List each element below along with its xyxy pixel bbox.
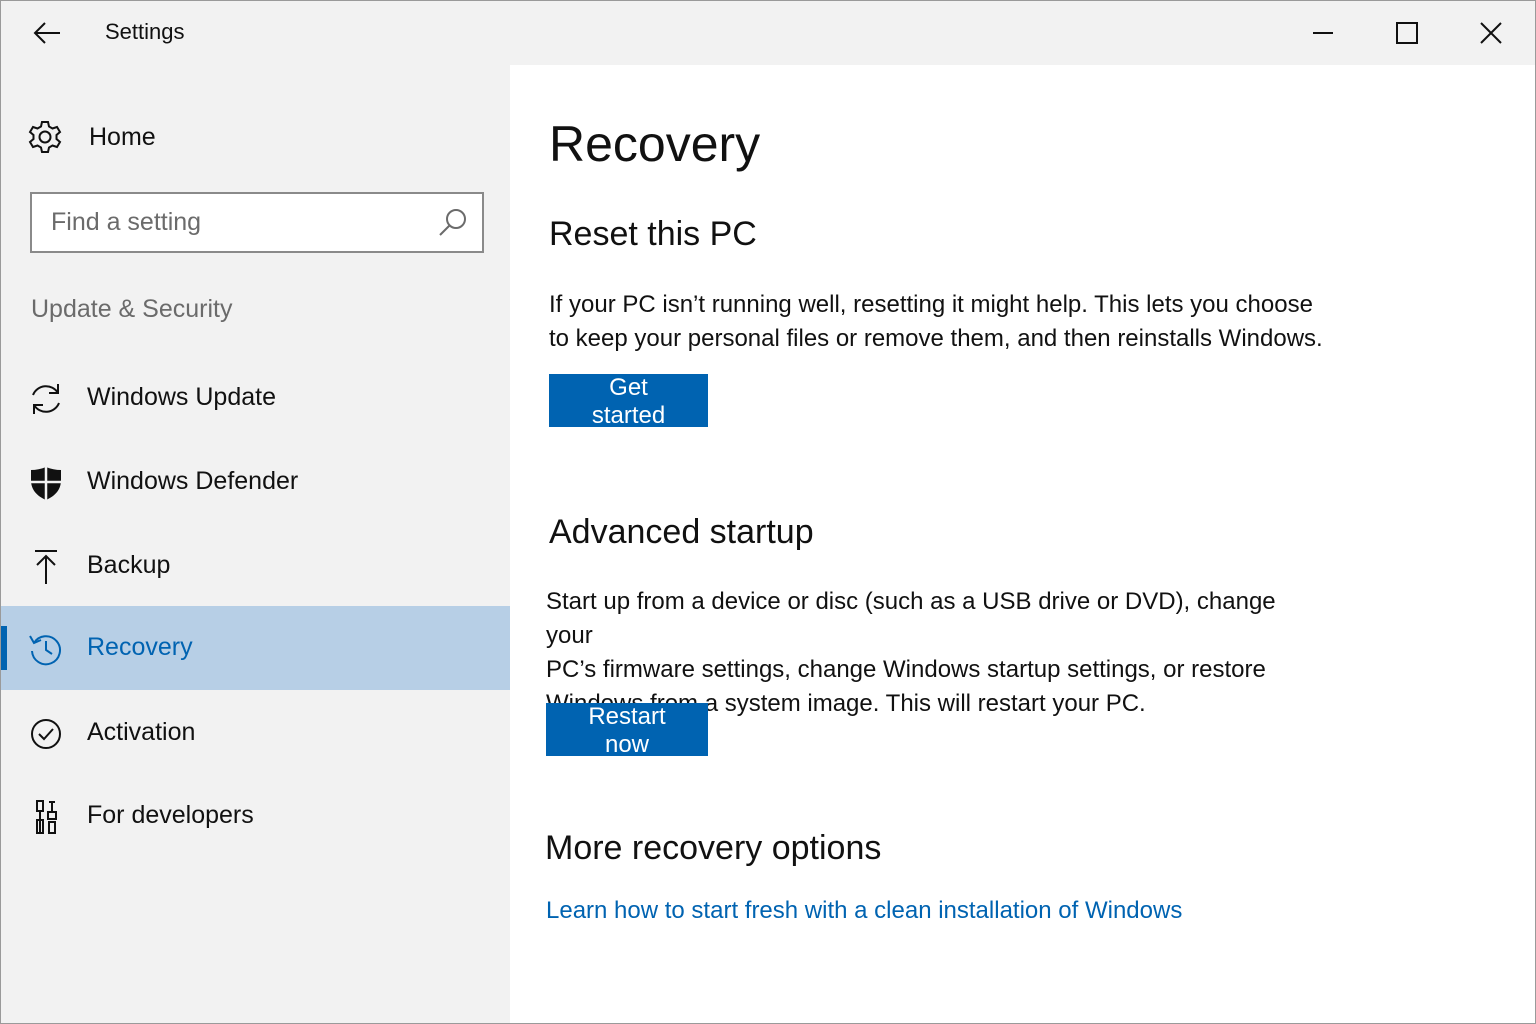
page-title: Recovery xyxy=(549,116,761,172)
search-icon[interactable] xyxy=(436,206,470,240)
sidebar-item-label: Backup xyxy=(87,551,171,579)
reset-description: If your PC isn’t running well, resetting… xyxy=(549,288,1329,356)
sidebar-item-windows-update[interactable]: Windows Update xyxy=(1,356,510,440)
sidebar-item-activation[interactable]: Activation xyxy=(1,691,510,775)
close-button[interactable] xyxy=(1459,9,1523,57)
shield-icon xyxy=(31,467,61,500)
get-started-button[interactable]: Get started xyxy=(549,374,708,429)
search-input[interactable] xyxy=(32,194,422,251)
sidebar-item-for-developers[interactable]: For developers xyxy=(1,774,510,858)
settings-window: Settings Home Find a setting Update & Se… xyxy=(0,0,1536,1024)
upload-arrow-icon xyxy=(35,550,57,584)
sidebar-item-label: Windows Update xyxy=(87,383,276,411)
back-button[interactable] xyxy=(19,13,75,53)
section-label: Update & Security xyxy=(31,295,233,323)
advanced-startup-description: Start up from a device or disc (such as … xyxy=(546,585,1326,721)
advanced-description-line: PC’s firmware settings, change Windows s… xyxy=(546,656,1266,683)
sidebar: Home Update & Security Wi xyxy=(1,65,510,1023)
sidebar-item-home[interactable]: Home xyxy=(1,105,510,169)
reset-description-line: to keep your personal files or remove th… xyxy=(549,325,1323,352)
minimize-icon xyxy=(1313,32,1333,34)
app-title: Settings xyxy=(105,19,185,44)
gear-icon xyxy=(28,121,62,153)
search-box[interactable] xyxy=(30,192,484,253)
advanced-startup-heading: Advanced startup xyxy=(549,513,814,551)
reset-description-line: If your PC isn’t running well, resetting… xyxy=(549,291,1313,318)
sidebar-item-label: For developers xyxy=(87,801,254,829)
main-content: Recovery Reset this PC If your PC isn’t … xyxy=(510,65,1535,1023)
history-icon xyxy=(29,635,61,666)
back-arrow-icon xyxy=(33,22,60,44)
restart-now-button[interactable]: Restart now xyxy=(546,703,708,758)
sidebar-item-label: Windows Defender xyxy=(87,467,299,495)
maximize-icon xyxy=(1396,22,1418,44)
title-bar: Settings xyxy=(1,1,1535,65)
advanced-description-line: Start up from a device or disc (such as … xyxy=(546,588,1276,649)
sync-icon xyxy=(32,384,60,414)
reset-heading: Reset this PC xyxy=(549,215,757,253)
sidebar-item-recovery[interactable]: Recovery xyxy=(1,606,510,690)
close-icon xyxy=(1480,22,1502,44)
developer-tools-icon xyxy=(36,800,57,834)
more-recovery-options-heading: More recovery options xyxy=(545,829,882,867)
clean-install-link[interactable]: Learn how to start fresh with a clean in… xyxy=(546,897,1182,925)
selection-indicator xyxy=(1,626,7,670)
minimize-button[interactable] xyxy=(1291,9,1355,57)
check-circle-icon xyxy=(31,719,61,749)
sidebar-item-label: Activation xyxy=(87,718,196,746)
sidebar-item-label: Home xyxy=(89,123,156,151)
maximize-button[interactable] xyxy=(1375,9,1439,57)
sidebar-item-backup[interactable]: Backup xyxy=(1,524,510,608)
sidebar-item-windows-defender[interactable]: Windows Defender xyxy=(1,440,510,524)
sidebar-item-label: Recovery xyxy=(87,633,193,661)
